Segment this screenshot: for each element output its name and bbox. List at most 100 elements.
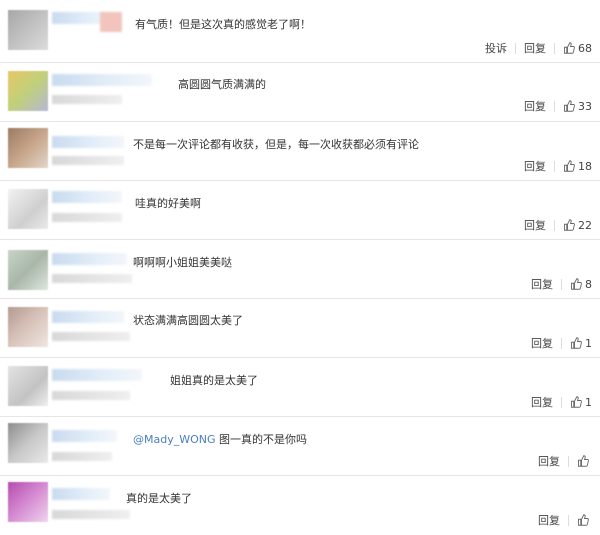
comment-item: 啊啊啊小姐姐美美哒 回复 8 [0,240,600,299]
like-count: 33 [578,99,592,113]
comment-text: @Mady_WONG 图一真的不是你吗 [133,431,307,447]
like-button[interactable] [577,455,592,467]
comment-item: 真的是太美了 回复 [0,476,600,535]
comment-item: @Mady_WONG 图一真的不是你吗 回复 [0,417,600,476]
user-subline [52,452,112,461]
username[interactable] [52,369,142,381]
avatar-badge [100,12,122,32]
user-subline [52,332,130,341]
user-subline [52,156,124,165]
comment-text: 不是每一次评论都有收获，但是，每一次收获都必须有评论 [133,138,419,151]
user-subline [52,213,122,222]
reply-button[interactable]: 回复 [524,158,546,174]
like-button[interactable]: 18 [563,160,592,173]
reply-button[interactable]: 回复 [524,40,546,56]
comment-actions: 回复 [538,453,592,469]
divider [554,42,555,54]
like-count: 8 [585,277,592,291]
comment-actions: 回复 1 [531,335,592,351]
thumbs-up-icon [571,278,582,290]
username[interactable] [52,311,124,323]
comment-actions: 回复 18 [524,158,592,174]
like-count: 1 [585,336,592,350]
comment-actions: 回复 [538,512,592,528]
avatar[interactable] [8,366,48,406]
divider [554,219,555,231]
reply-button[interactable]: 回复 [531,276,553,292]
divider [561,396,562,408]
divider [568,514,569,526]
divider [568,455,569,467]
user-subline [52,510,130,519]
divider [561,337,562,349]
comment-text: 真的是太美了 [126,492,192,505]
mention-link[interactable]: @Mady_WONG [133,433,216,446]
comment-text: 状态满满高圆圆太美了 [133,314,243,327]
comment-item: 姐姐真的是太美了 回复 1 [0,358,600,417]
like-button[interactable]: 33 [563,100,592,113]
like-button[interactable]: 1 [570,337,592,350]
thumbs-up-icon [578,455,589,467]
comment-actions: 回复 22 [524,217,592,233]
comment-actions: 回复 33 [524,98,592,114]
thumbs-up-icon [564,160,575,172]
avatar[interactable] [8,307,48,347]
comment-text: 有气质！但是这次真的感觉老了啊！ [135,18,311,31]
avatar[interactable] [8,71,48,111]
like-button[interactable]: 1 [570,396,592,409]
like-count: 1 [585,395,592,409]
comment-item: 有气质！但是这次真的感觉老了啊！ 投诉 回复 68 [0,0,600,63]
thumbs-up-icon [564,42,575,54]
username[interactable] [52,136,124,148]
comment-text: 啊啊啊小姐姐美美哒 [133,256,232,269]
like-button[interactable]: 8 [570,278,592,291]
like-button[interactable]: 68 [563,42,592,55]
comment-item: 不是每一次评论都有收获，但是，每一次收获都必须有评论 回复 18 [0,122,600,181]
reply-button[interactable]: 回复 [524,217,546,233]
divider [554,100,555,112]
comment-item: 哇真的好美啊 回复 22 [0,181,600,240]
avatar[interactable] [8,10,48,50]
username[interactable] [52,253,127,265]
reply-button[interactable]: 回复 [524,98,546,114]
comment-actions: 投诉 回复 68 [485,40,592,56]
like-button[interactable] [577,514,592,526]
thumbs-up-icon [578,514,589,526]
comment-actions: 回复 1 [531,394,592,410]
like-count: 68 [578,41,592,55]
divider [515,42,516,54]
comment-text: 姐姐真的是太美了 [170,374,258,387]
avatar[interactable] [8,250,48,290]
thumbs-up-icon [564,219,575,231]
thumbs-up-icon [571,396,582,408]
thumbs-up-icon [564,100,575,112]
username[interactable] [52,430,117,442]
username[interactable] [52,191,122,203]
comment-actions: 回复 8 [531,276,592,292]
comment-text: 高圆圆气质满满的 [178,78,266,91]
user-subline [52,95,122,104]
reply-button[interactable]: 回复 [531,335,553,351]
avatar[interactable] [8,482,48,522]
avatar[interactable] [8,128,48,168]
username[interactable] [52,488,110,500]
like-button[interactable]: 22 [563,219,592,232]
reply-button[interactable]: 回复 [538,512,560,528]
thumbs-up-icon [571,337,582,349]
reply-button[interactable]: 回复 [531,394,553,410]
comment-item: 高圆圆气质满满的 回复 33 [0,63,600,122]
comment-item: 状态满满高圆圆太美了 回复 1 [0,299,600,358]
user-subline [52,391,130,400]
like-count: 22 [578,218,592,232]
user-subline [52,274,132,283]
reply-button[interactable]: 回复 [538,453,560,469]
like-count: 18 [578,159,592,173]
username[interactable] [52,74,152,86]
avatar[interactable] [8,189,48,229]
divider [554,160,555,172]
divider [561,278,562,290]
comment-body: 图一真的不是你吗 [215,433,308,446]
avatar[interactable] [8,423,48,463]
report-button[interactable]: 投诉 [485,40,507,56]
comment-text: 哇真的好美啊 [135,197,201,210]
